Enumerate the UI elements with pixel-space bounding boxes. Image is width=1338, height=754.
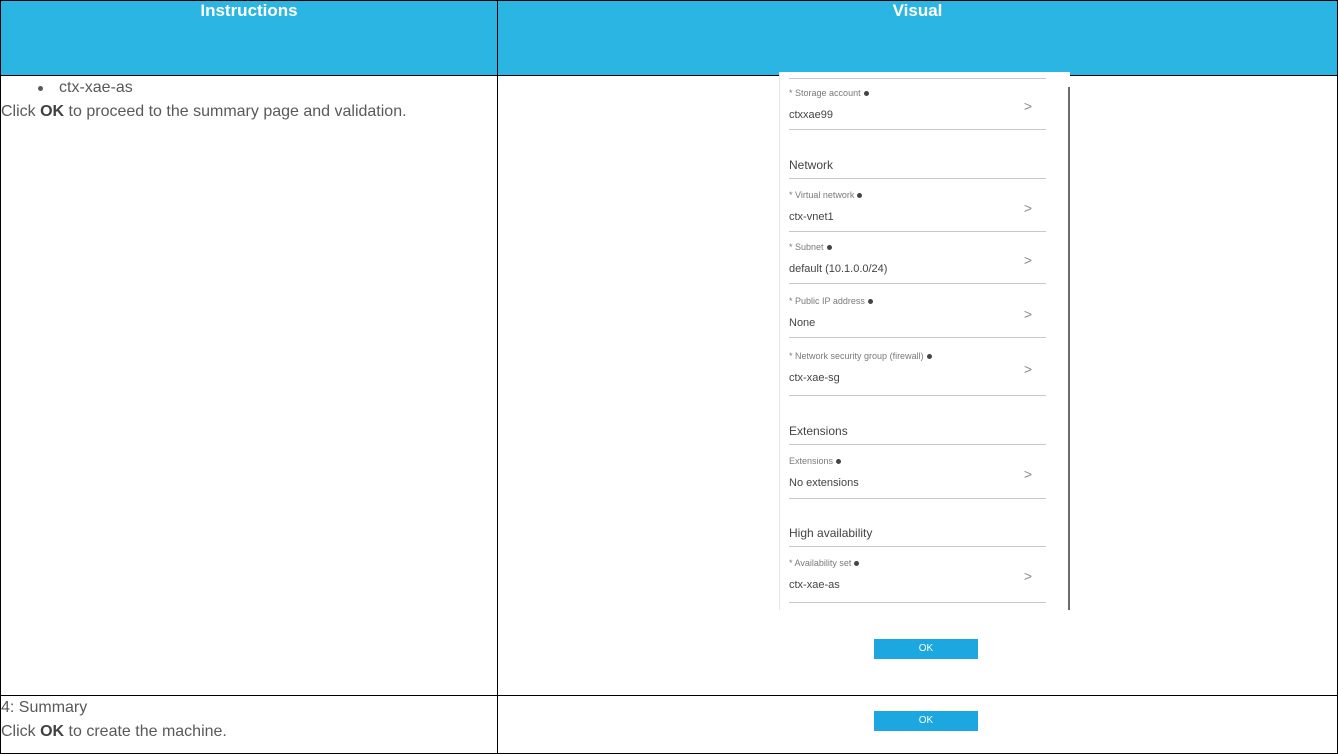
step-title: 4: Summary: [1, 699, 88, 716]
field-label: * Subnet: [789, 242, 832, 252]
section-network: Network: [789, 158, 1046, 179]
info-icon: [857, 193, 863, 199]
field-value: ctx-xae-sg: [789, 372, 840, 384]
chevron-right-icon: >: [1023, 466, 1032, 482]
chevron-right-icon: >: [1023, 568, 1032, 584]
table-row: ctx-xae-as Click OK to proceed to the su…: [0, 75, 1338, 696]
info-icon: [863, 91, 869, 97]
field-value: ctx-xae-as: [789, 579, 840, 591]
section-high-availability: High availability: [789, 526, 1046, 547]
bullet-icon: [38, 86, 43, 91]
field-value: default (10.1.0.0/24): [789, 263, 888, 275]
field-value: None: [789, 317, 816, 329]
info-icon: [836, 459, 842, 465]
nsg-field[interactable]: * Network security group (firewall) ctx-…: [789, 347, 1046, 396]
public-ip-field[interactable]: * Public IP address None >: [789, 292, 1046, 338]
instructions-table: Instructions Visual ctx-xae-as Click OK …: [0, 0, 1338, 754]
divider: [789, 78, 1046, 79]
availability-set-field[interactable]: * Availability set ctx-xae-as >: [789, 554, 1046, 603]
instruction-text-part: Click: [1, 723, 41, 740]
chevron-right-icon: >: [1023, 200, 1032, 216]
field-label: * Availability set: [789, 558, 860, 568]
header-instructions: Instructions: [0, 0, 498, 76]
info-icon: [826, 245, 832, 251]
info-icon: [867, 299, 873, 305]
field-value: ctxxae99: [789, 109, 834, 121]
header-visual: Visual: [497, 0, 1338, 76]
blade-left-border: [779, 72, 780, 610]
chevron-right-icon: >: [1023, 306, 1032, 322]
info-icon: [926, 354, 932, 360]
instruction-cell: ctx-xae-as Click OK to proceed to the su…: [0, 75, 498, 696]
scrollbar[interactable]: [1068, 87, 1070, 610]
field-value: ctx-vnet1: [789, 211, 834, 223]
ok-button[interactable]: OK: [874, 639, 978, 659]
instruction-text: Click OK to create the machine.: [1, 720, 497, 744]
chevron-right-icon: >: [1023, 252, 1032, 268]
virtual-network-field[interactable]: * Virtual network ctx-vnet1 >: [789, 186, 1046, 232]
instruction-text-part: Click: [1, 103, 41, 120]
extensions-field[interactable]: Extensions No extensions >: [789, 452, 1046, 499]
field-value: No extensions: [789, 477, 859, 489]
field-label: * Virtual network: [789, 190, 863, 200]
bullet-item: ctx-xae-as: [1, 76, 497, 100]
chevron-right-icon: >: [1023, 361, 1032, 377]
instruction-text: Click OK to proceed to the summary page …: [1, 100, 497, 124]
azure-settings-blade: * Storage account ctxxae99 > Network * V…: [779, 72, 1070, 610]
table-header-row: Instructions Visual: [0, 0, 1338, 76]
field-label: * Storage account: [789, 88, 869, 98]
storage-account-field[interactable]: * Storage account ctxxae99 >: [789, 84, 1046, 130]
section-extensions: Extensions: [789, 424, 1046, 445]
field-label: * Network security group (firewall): [789, 351, 932, 361]
instruction-text-part: to proceed to the summary page and valid…: [64, 103, 407, 120]
instruction-bold: OK: [40, 723, 65, 740]
field-label: * Public IP address: [789, 296, 873, 306]
info-icon: [854, 561, 860, 567]
subnet-field[interactable]: * Subnet default (10.1.0.0/24) >: [789, 238, 1046, 284]
instruction-bold: OK: [40, 103, 65, 120]
bullet-text: ctx-xae-as: [59, 79, 133, 96]
instruction-text-part: to create the machine.: [64, 723, 227, 740]
chevron-right-icon: >: [1023, 98, 1032, 114]
table-row: 4: Summary Click OK to create the machin…: [0, 695, 1338, 754]
field-label: Extensions: [789, 456, 842, 466]
instruction-cell: 4: Summary Click OK to create the machin…: [0, 695, 498, 754]
ok-button-summary[interactable]: OK: [874, 711, 978, 731]
